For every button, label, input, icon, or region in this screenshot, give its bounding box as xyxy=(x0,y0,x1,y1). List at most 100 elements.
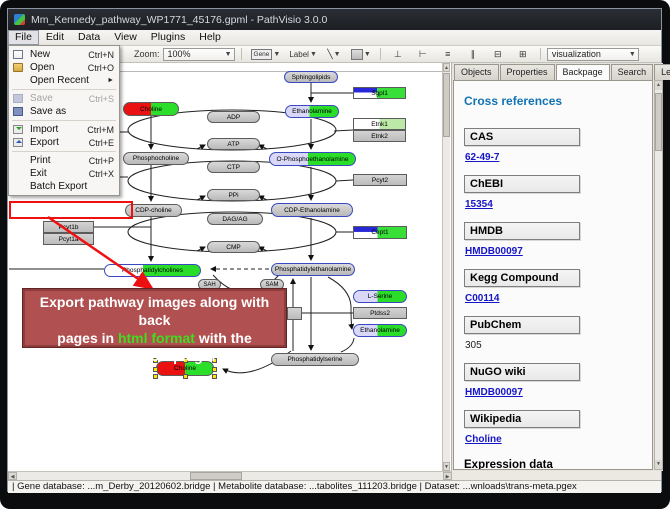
add-line-button[interactable]: ╲▼ xyxy=(323,46,345,62)
menu-data[interactable]: Data xyxy=(71,30,107,45)
cross-references-heading: Cross references xyxy=(464,94,644,108)
crossref-link[interactable]: Choline xyxy=(465,434,502,445)
pathway-node-choline-top[interactable]: Choline xyxy=(123,102,179,116)
pathway-node-phosphocholine[interactable]: Phosphocholine xyxy=(123,152,189,165)
file-menu-item-save-as[interactable]: Save as xyxy=(9,105,119,118)
scroll-down-icon[interactable]: ▼ xyxy=(443,462,450,471)
file-menu-item-open-recent[interactable]: Open Recent► xyxy=(9,74,119,87)
pathway-node-pcyt2[interactable]: Pcyt2 xyxy=(353,174,407,186)
scrollbar-thumb[interactable] xyxy=(443,73,450,137)
tab-properties[interactable]: Properties xyxy=(500,64,555,80)
pathway-node-ctp[interactable]: CTP xyxy=(207,161,260,173)
pathway-node-phosphatidylcholines[interactable]: Phosphatidylcholines xyxy=(104,264,201,277)
pathway-node-cdp-ethanolamine[interactable]: CDP-Ethanolamine xyxy=(271,203,353,217)
pathway-node-etnk1[interactable]: Etnk1 xyxy=(353,118,406,130)
import-icon xyxy=(13,124,26,135)
pathway-node-ptdss1[interactable] xyxy=(287,307,302,320)
common-width-icon: ⊟ xyxy=(494,49,502,60)
pathway-node-cdp-choline[interactable]: CDP-choline xyxy=(125,204,182,217)
pathway-node-l-serine[interactable]: L-Serine xyxy=(353,290,407,303)
add-gene-button[interactable]: Gene▼ xyxy=(248,46,284,62)
selection-handle[interactable] xyxy=(212,374,217,379)
stack-vertical-button[interactable]: ≡ xyxy=(437,46,459,62)
scrollbar-thumb[interactable] xyxy=(655,93,662,151)
panel-vertical-scrollbar[interactable]: ▲ ▼ xyxy=(654,80,663,470)
crossref-link[interactable]: HMDB00097 xyxy=(465,387,523,398)
node-label: CDP-choline xyxy=(135,207,172,214)
node-label: CDP-Ethanolamine xyxy=(284,207,340,214)
scroll-down-icon[interactable]: ▼ xyxy=(655,460,662,469)
crossref-section-title: HMDB xyxy=(464,222,580,240)
canvas-vertical-scrollbar[interactable]: ▲ ▼ xyxy=(442,63,450,471)
pathway-node-phosphatidylethanolamine[interactable]: Phosphatidylethanolamine xyxy=(271,263,355,276)
menu-plugins[interactable]: Plugins xyxy=(144,30,192,45)
selection-handle[interactable] xyxy=(153,374,158,379)
pathway-node-pcyt1b[interactable]: Pcyt1b xyxy=(43,221,94,233)
align-middle-button[interactable]: ⊢ xyxy=(412,46,434,62)
menu-help[interactable]: Help xyxy=(192,30,228,45)
selection-handle[interactable] xyxy=(183,374,188,379)
common-width-button[interactable]: ⊟ xyxy=(487,46,509,62)
file-menu-item-exit[interactable]: ExitCtrl+X xyxy=(9,167,119,180)
common-height-button[interactable]: ⊞ xyxy=(512,46,534,62)
crossref-section: CAS62-49-7 xyxy=(464,128,644,175)
toolbar-separator xyxy=(380,48,381,60)
crossref-link[interactable]: 62-49-7 xyxy=(465,152,499,163)
add-shape-button[interactable]: ▼ xyxy=(348,46,374,62)
pathway-node-ethanolamine-top[interactable]: Ethanolamine xyxy=(285,105,339,118)
menu-view[interactable]: View xyxy=(107,30,144,45)
add-label-button[interactable]: Label▼ xyxy=(286,46,320,62)
scroll-up-icon[interactable]: ▲ xyxy=(443,63,450,72)
tab-legend[interactable]: Legend xyxy=(654,64,670,80)
file-menu-item-new[interactable]: NewCtrl+N xyxy=(9,48,119,61)
node-label: Sgpl1 xyxy=(371,90,388,97)
scroll-up-icon[interactable]: ▲ xyxy=(655,81,662,90)
selection-handle[interactable] xyxy=(212,367,217,372)
pathway-node-cept1[interactable]: Cept1 xyxy=(353,226,407,239)
pathway-node-cmp[interactable]: CMP xyxy=(207,241,260,253)
file-menu-item-batch-export[interactable]: Batch Export xyxy=(9,180,119,193)
pathway-node-phosphatidylserine[interactable]: Phosphatidylserine xyxy=(271,353,359,366)
menu-separator xyxy=(12,151,116,152)
file-menu-item-export[interactable]: ExportCtrl+E xyxy=(9,136,119,149)
pathway-node-sgpl1[interactable]: Sgpl1 xyxy=(353,87,406,99)
title-bar[interactable]: Mm_Kennedy_pathway_WP1771_45176.gpml - P… xyxy=(8,9,661,30)
pathway-node-ethanolamine-bottom[interactable]: Ethanolamine xyxy=(353,324,407,337)
menu-file[interactable]: File xyxy=(8,30,39,45)
pathway-node-adp[interactable]: ADP xyxy=(207,111,260,123)
file-menu-item-open[interactable]: OpenCtrl+O xyxy=(9,61,119,74)
scroll-left-icon[interactable]: ◀ xyxy=(8,472,17,480)
pathway-node-sphingolipids[interactable]: Sphingolipids xyxy=(284,71,338,83)
pathway-node-etnk2[interactable]: Etnk2 xyxy=(353,130,406,142)
tab-backpage[interactable]: Backpage xyxy=(556,64,610,80)
file-menu-item-print[interactable]: PrintCtrl+P xyxy=(9,154,119,167)
tab-objects[interactable]: Objects xyxy=(454,64,499,80)
shortcut-label: Ctrl+P xyxy=(89,156,114,166)
canvas-horizontal-scrollbar[interactable]: ◀ ▶ xyxy=(8,471,452,480)
pathway-node-o-phosphoethanolamine[interactable]: O-Phosphoethanolamine xyxy=(269,152,356,166)
crossref-link[interactable]: HMDB00097 xyxy=(465,246,523,257)
align-center-button[interactable]: ⊥ xyxy=(387,46,409,62)
scroll-right-icon[interactable]: ▶ xyxy=(443,472,452,480)
node-label: Etnk2 xyxy=(371,133,388,140)
visualization-combobox[interactable]: visualization▼ xyxy=(547,48,639,61)
node-label: Choline xyxy=(140,106,162,113)
selection-handle[interactable] xyxy=(153,367,158,372)
pathway-node-atp[interactable]: ATP xyxy=(207,138,260,150)
pathway-node-ppi[interactable]: PPi xyxy=(207,189,260,201)
menu-edit[interactable]: Edit xyxy=(39,30,71,45)
file-menu-item-import[interactable]: ImportCtrl+M xyxy=(9,123,119,136)
pathway-node-ptdss2[interactable]: Ptdss2 xyxy=(353,307,407,319)
scrollbar-thumb[interactable] xyxy=(190,472,242,480)
crossref-link[interactable]: C00114 xyxy=(465,293,499,304)
stack-horizontal-button[interactable]: ∥ xyxy=(462,46,484,62)
pathway-node-pcyt1a[interactable]: Pcyt1a xyxy=(43,233,94,245)
pathway-node-dag-ag[interactable]: DAG/AG xyxy=(207,213,263,225)
blank-icon xyxy=(13,75,26,86)
crossref-section-title: PubChem xyxy=(464,316,580,334)
crossref-link[interactable]: 15354 xyxy=(465,199,493,210)
status-bar: | Gene database: ...m_Derby_20120602.bri… xyxy=(8,480,661,493)
tab-search[interactable]: Search xyxy=(611,64,654,80)
node-label: DAG/AG xyxy=(222,216,247,223)
zoom-combobox[interactable]: 100%▼ xyxy=(163,48,235,61)
